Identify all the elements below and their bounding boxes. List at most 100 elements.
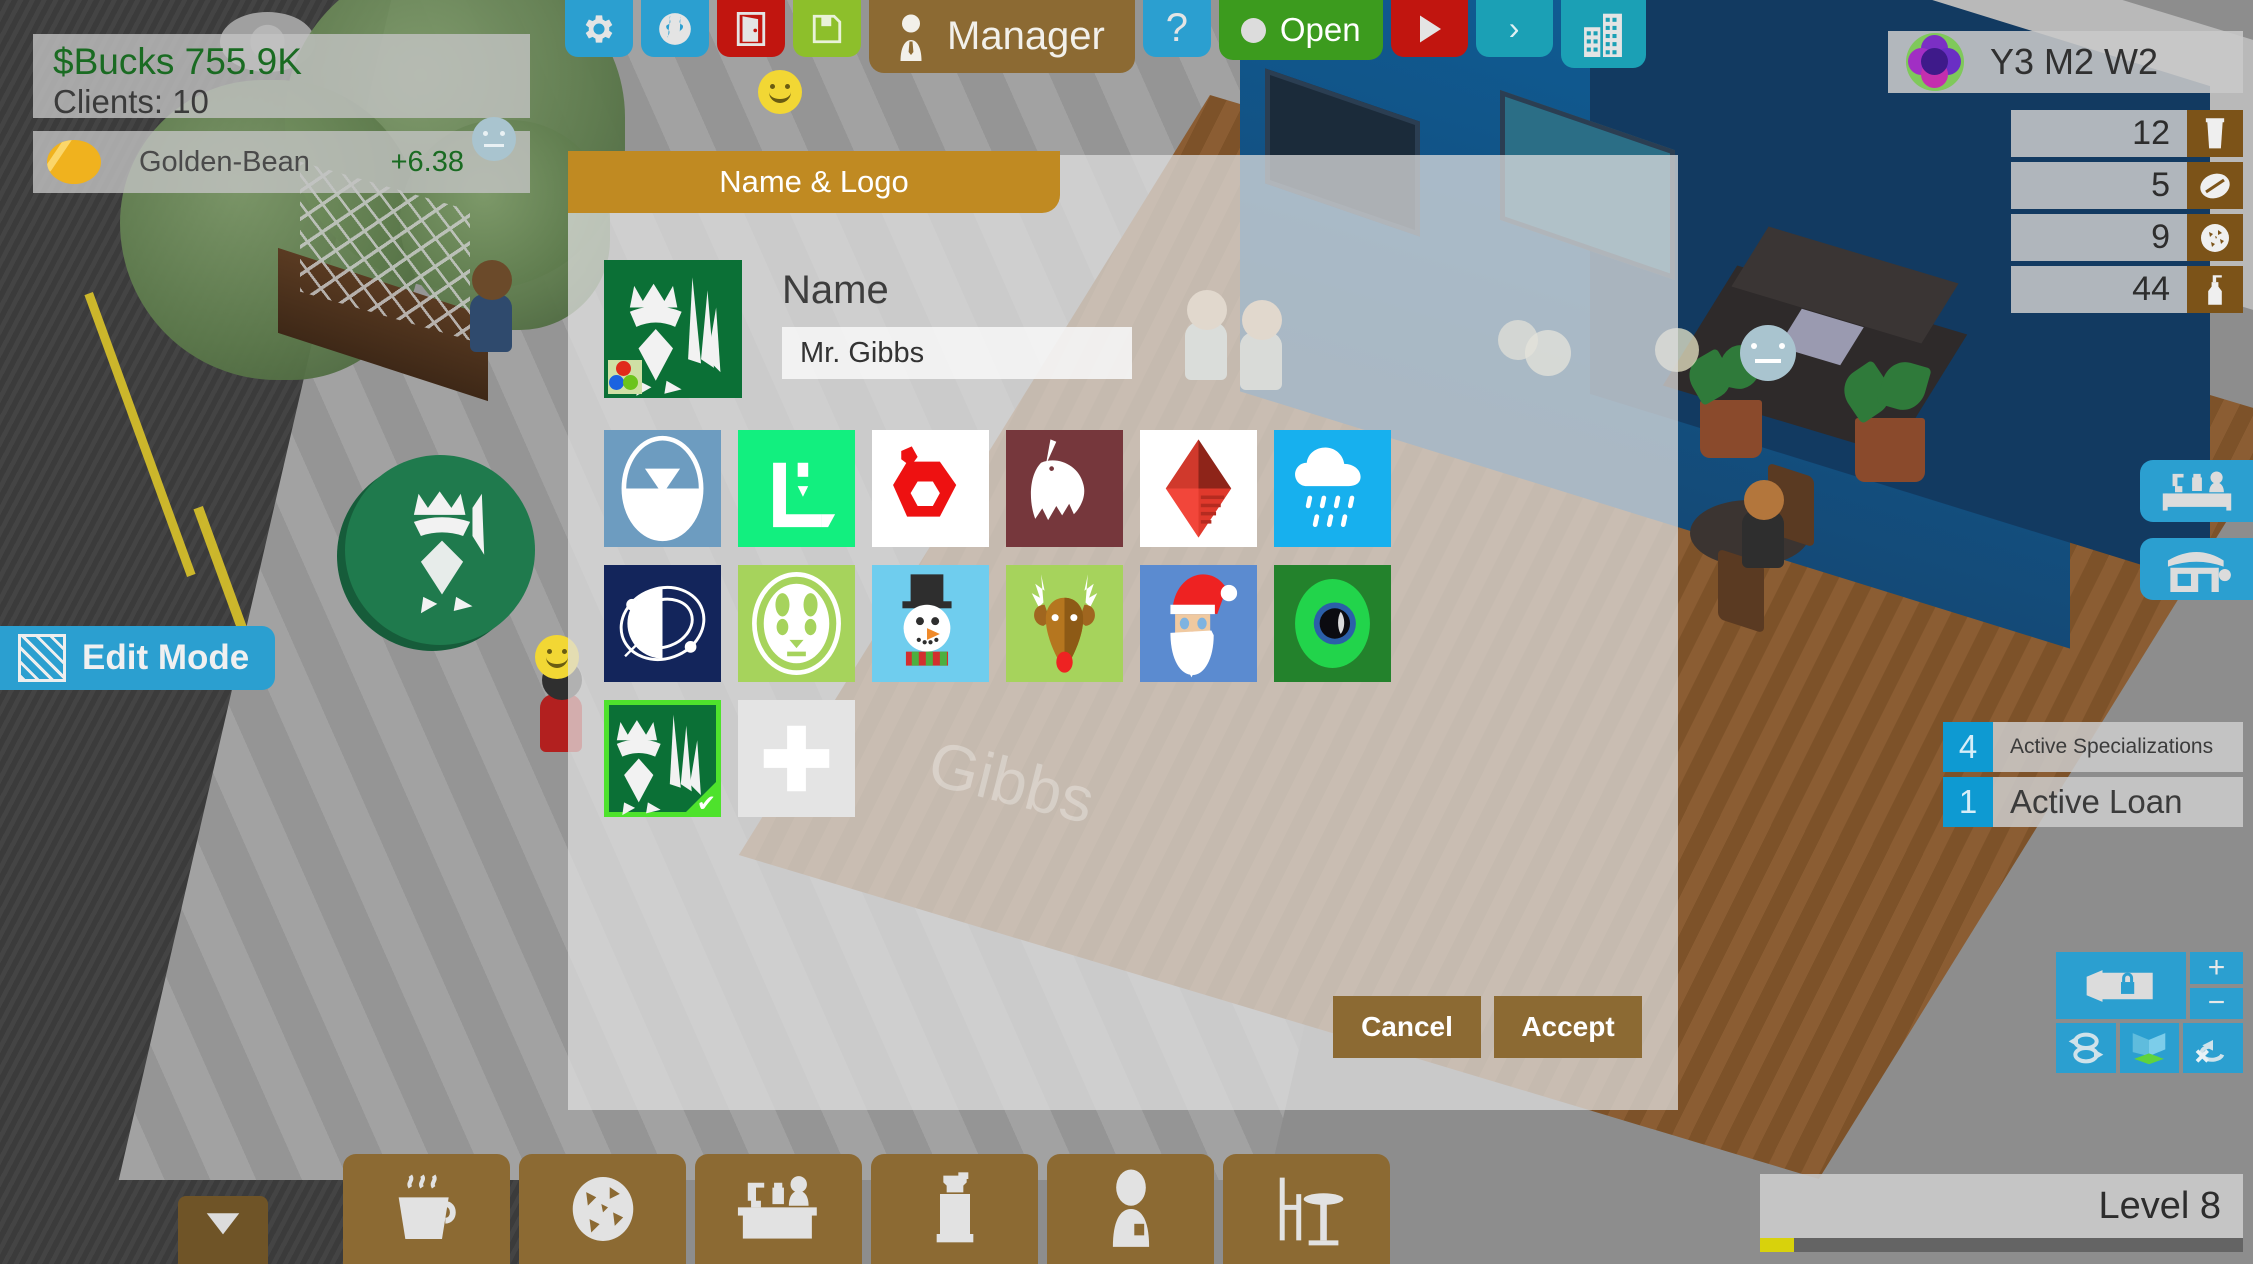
zoom-out-label: − (2207, 986, 2226, 1020)
rotate-button[interactable] (2056, 1023, 2116, 1073)
camera-controls: + − (2056, 952, 2243, 1073)
spec-label: Active Specializations (1993, 722, 2243, 772)
logo-snowman[interactable] (872, 565, 989, 682)
stat-row: 5 (2011, 162, 2243, 209)
level-progress-fill (1760, 1238, 1794, 1252)
zoom-out-button[interactable]: − (2190, 986, 2243, 1020)
logo-reindeer[interactable] (1006, 565, 1123, 682)
exit-button[interactable] (717, 0, 785, 57)
spec-row-loan[interactable]: 1 Active Loan (1943, 777, 2243, 827)
hatch-grid-icon (18, 634, 66, 682)
open-label: Open (1279, 11, 1361, 48)
cancel-button[interactable]: Cancel (1333, 996, 1481, 1058)
date-panel: Y3 M2 W2 (1888, 31, 2243, 93)
stats-panel: 12 5 9 44 (2011, 110, 2243, 318)
logo-add-new[interactable] (738, 700, 855, 817)
table-chair-icon (1279, 1177, 1343, 1246)
santa-icon (1140, 565, 1257, 682)
grinder-button[interactable] (871, 1154, 1038, 1264)
stat-value: 44 (2011, 266, 2187, 313)
wall-view-button[interactable] (2119, 1023, 2179, 1073)
reset-rotate-icon (2195, 1040, 2224, 1063)
coffee-bean-icon (47, 140, 101, 184)
food-button[interactable] (519, 1154, 686, 1264)
orbit-moon-icon (604, 565, 721, 682)
accept-button[interactable]: Accept (1494, 996, 1642, 1058)
logo-panda[interactable] (738, 565, 855, 682)
name-input[interactable]: Mr. Gibbs (782, 327, 1132, 379)
neutral-face-icon (472, 117, 516, 161)
stat-value: 5 (2011, 162, 2187, 209)
equipment-button[interactable] (695, 1154, 862, 1264)
circle-dot-icon (1240, 17, 1266, 43)
camera-lock-icon (2086, 969, 2153, 1002)
mood-bubble (1740, 325, 1796, 381)
save-button[interactable] (793, 0, 861, 57)
reindeer-icon (1006, 565, 1123, 682)
money-panel: $Bucks 755.9K Clients: 10 (33, 34, 530, 120)
level-panel: Level 8 (1760, 1174, 2243, 1252)
manager-label: Manager (947, 14, 1105, 58)
world-button[interactable] (641, 0, 709, 57)
current-logo-preview[interactable] (604, 260, 742, 398)
open-status-button[interactable]: Open (1218, 0, 1383, 60)
loan-count: 1 (1943, 777, 1993, 827)
cup-icon (2187, 110, 2243, 157)
name-input-value: Mr. Gibbs (800, 336, 925, 369)
stat-value: 12 (2011, 110, 2187, 157)
logo-unicorn[interactable] (1006, 430, 1123, 547)
reset-rotate-button[interactable] (2183, 1023, 2243, 1073)
pill-down-arrow-icon (604, 430, 721, 547)
spec-count: 4 (1943, 722, 1993, 772)
forward-label: › (1508, 10, 1520, 46)
dialog-footer: Cancel Accept (1333, 996, 1642, 1058)
logo-king-hops[interactable]: ✔ (604, 700, 721, 817)
settings-button[interactable] (565, 0, 633, 57)
rotate-icon (2068, 1032, 2104, 1064)
snowman-icon (872, 565, 989, 682)
check-icon: ✔ (696, 790, 716, 816)
logo-faucet[interactable] (738, 430, 855, 547)
manager-button[interactable]: Manager (869, 0, 1135, 73)
play-icon (1420, 15, 1442, 42)
panda-face-icon (738, 565, 855, 682)
eye-icon (1274, 565, 1391, 682)
camera-lock-button[interactable] (2056, 952, 2186, 1019)
storefront-icon (2167, 552, 2231, 592)
logo-eye[interactable] (1274, 565, 1391, 682)
grinder-icon (936, 1172, 973, 1243)
help-button[interactable]: ? (1142, 0, 1211, 57)
cookie-icon (572, 1177, 633, 1241)
staff-button[interactable] (1047, 1154, 1214, 1264)
logo-santa[interactable] (1140, 565, 1257, 682)
drinks-button[interactable] (343, 1154, 510, 1264)
date-label: Y3 M2 W2 (1990, 41, 2159, 82)
collapse-button[interactable] (178, 1196, 268, 1264)
stat-row: 9 (2011, 214, 2243, 261)
person-icon (900, 14, 922, 61)
spec-row-specializations[interactable]: 4 Active Specializations (1943, 722, 2243, 772)
logo-diamond[interactable] (1140, 430, 1257, 547)
play-speed-button[interactable] (1390, 0, 1468, 57)
logo-pill-arrow[interactable] (604, 430, 721, 547)
storefront-button[interactable] (2140, 538, 2253, 600)
logo-orbit[interactable] (604, 565, 721, 682)
color-palette-icon (608, 360, 642, 394)
city-button[interactable] (1560, 0, 1646, 68)
logo-grid: ✔ (604, 430, 1642, 817)
edit-mode-button[interactable]: Edit Mode (0, 626, 276, 690)
side-buttons (2140, 460, 2253, 616)
brand-panel[interactable]: Golden-Bean +6.38 (33, 117, 530, 193)
fast-forward-button[interactable]: › (1475, 0, 1553, 57)
furniture-button[interactable] (1223, 1154, 1390, 1264)
flower-icon (1906, 33, 1964, 91)
zoom-in-button[interactable]: + (2190, 952, 2243, 984)
red-diamond-icon (1140, 430, 1257, 547)
bar-counter-icon (2162, 471, 2231, 511)
stat-value: 9 (2011, 214, 2187, 261)
counter-view-button[interactable] (2140, 460, 2253, 522)
logo-rain-cloud[interactable] (1274, 430, 1391, 547)
plus-icon (738, 700, 855, 817)
logo-hex-ring[interactable] (872, 430, 989, 547)
brand-name: Golden-Bean (139, 145, 310, 178)
